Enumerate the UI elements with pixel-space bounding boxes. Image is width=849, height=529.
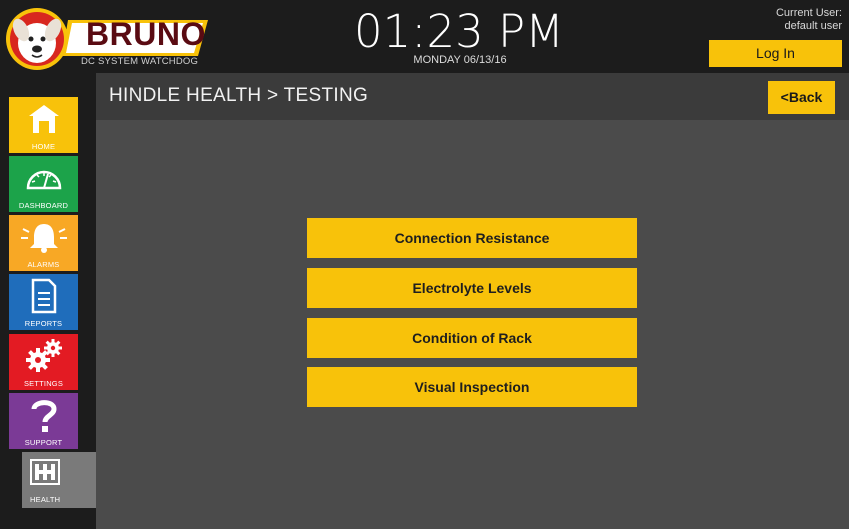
login-button[interactable]: Log In <box>709 40 842 67</box>
connection-resistance-button[interactable]: Connection Resistance <box>307 218 637 258</box>
brand-name: BRUNO <box>86 16 206 52</box>
sidebar-item-dashboard[interactable]: DASHBOARD <box>9 156 78 212</box>
sidebar-item-label: HEALTH <box>30 495 61 504</box>
page-title: HINDLE HEALTH > TESTING <box>109 85 369 106</box>
gears-icon <box>25 339 62 372</box>
sidebar-item-settings[interactable]: SETTINGS <box>9 334 78 390</box>
electrolyte-levels-button[interactable]: Electrolyte Levels <box>307 268 637 308</box>
sidebar-item-label: HOME <box>31 142 56 151</box>
sidebar-item-home[interactable]: HOME <box>9 97 78 153</box>
condition-of-rack-button[interactable]: Condition of Rack <box>307 318 637 358</box>
current-user-info: Current User: default user <box>776 7 842 33</box>
sidebar-item-reports[interactable]: REPORTS <box>9 274 78 330</box>
sidebar-item-support[interactable]: SUPPORT <box>9 393 78 449</box>
sidebar-item-label: SETTINGS <box>23 379 64 388</box>
visual-inspection-button[interactable]: Visual Inspection <box>307 367 637 407</box>
clock-time: 01:23 PM <box>354 5 564 58</box>
app-header: BRUNO DC SYSTEM WATCHDOG 01:23 PM MONDAY… <box>0 0 849 73</box>
current-user-label: Current User: <box>775 7 842 19</box>
house-icon <box>28 105 59 133</box>
question-icon <box>31 400 57 432</box>
sidebar-item-health[interactable]: HEALTH <box>22 452 103 508</box>
hindle-logo-icon <box>30 459 60 485</box>
sidebar-item-label: SUPPORT <box>24 438 63 447</box>
document-icon <box>31 278 56 314</box>
sidebar-item-label: REPORTS <box>24 319 63 328</box>
bruno-logo: BRUNO DC SYSTEM WATCHDOG <box>4 6 214 72</box>
sidebar-item-alarms[interactable]: ALARMS <box>9 215 78 271</box>
sidebar-item-label: DASHBOARD <box>18 201 69 210</box>
current-user-name: default user <box>784 20 842 32</box>
sidebar-item-label: ALARMS <box>27 260 60 269</box>
clock-date: MONDAY 06/13/16 <box>413 54 507 66</box>
brand-subtitle: DC SYSTEM WATCHDOG <box>81 56 199 67</box>
sidebar-nav: HOME DASHBOARD ALARMS REPORTS SETTINGS S… <box>0 73 103 529</box>
back-button[interactable]: <Back <box>768 81 835 114</box>
page-title-bar: HINDLE HEALTH > TESTING <Back <box>96 73 849 120</box>
gauge-icon <box>26 170 61 190</box>
dog-mascot-icon <box>6 8 68 70</box>
main-content: HINDLE HEALTH > TESTING <Back Connection… <box>96 73 849 529</box>
bell-icon <box>20 224 67 253</box>
